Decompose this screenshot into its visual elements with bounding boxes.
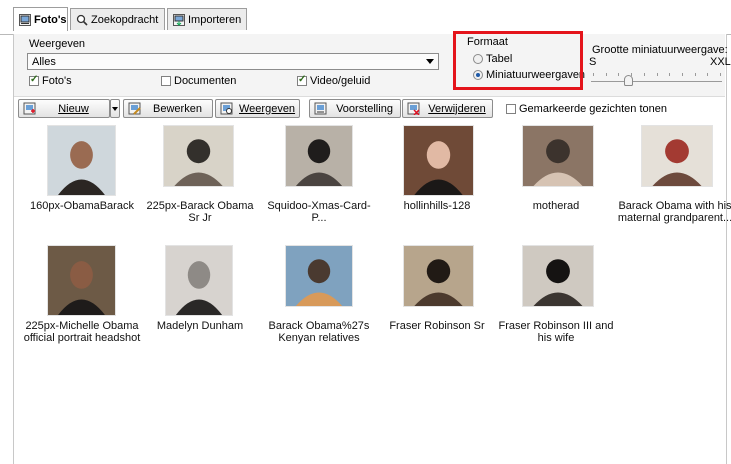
slideshow-button-label: Voorstelling bbox=[336, 102, 393, 115]
photo-image bbox=[523, 246, 593, 306]
edit-button-label: Bewerken bbox=[153, 102, 202, 115]
photo-caption: Fraser Robinson III and his wife bbox=[498, 320, 614, 344]
delete-button-label: Verwijderen bbox=[428, 102, 486, 115]
delete-icon bbox=[407, 102, 420, 116]
show-button[interactable]: Weergeven bbox=[215, 99, 300, 118]
chevron-down-icon bbox=[112, 106, 118, 111]
photo-image bbox=[523, 126, 593, 186]
slider-tick bbox=[618, 73, 620, 76]
photo-thumbnail[interactable] bbox=[403, 125, 474, 196]
photo-image bbox=[48, 126, 115, 195]
view-select-value: Alles bbox=[32, 56, 56, 68]
checkbox-photos[interactable]: Foto's bbox=[29, 74, 72, 87]
slider-tick bbox=[720, 73, 721, 76]
slider-tick bbox=[669, 73, 671, 76]
thumb-size-min: S bbox=[589, 56, 597, 68]
tab-search-label: Zoekopdracht bbox=[91, 13, 159, 26]
marked-faces-label: Gemarkeerde gezichten tonen bbox=[519, 103, 667, 115]
photo-thumbnail[interactable] bbox=[47, 125, 116, 196]
slideshow-button[interactable]: Voorstelling bbox=[309, 99, 401, 118]
view-icon bbox=[220, 102, 233, 115]
photo-image bbox=[286, 126, 352, 186]
checkbox-documents-box[interactable] bbox=[161, 76, 171, 86]
photo-caption: motherad bbox=[532, 200, 580, 212]
photo-thumbnail[interactable] bbox=[641, 125, 713, 187]
photo-caption: 225px-Barack Obama Sr Jr bbox=[146, 200, 254, 224]
new-button-label: Nieuw bbox=[58, 102, 89, 115]
search-icon bbox=[76, 14, 88, 26]
photo-caption: 160px-ObamaBarack bbox=[30, 200, 134, 212]
thumb-size-slider-handle[interactable] bbox=[623, 75, 633, 86]
photo-thumbnail[interactable] bbox=[47, 245, 116, 316]
photo-image bbox=[404, 126, 473, 195]
slider-tick bbox=[643, 73, 645, 76]
show-button-label: Weergeven bbox=[239, 102, 296, 115]
marked-faces-box[interactable] bbox=[506, 104, 516, 114]
checkbox-video-audio[interactable]: Video/geluid bbox=[297, 74, 371, 87]
edit-icon bbox=[128, 102, 141, 115]
photo-image bbox=[286, 246, 352, 306]
photo-thumbnail[interactable] bbox=[522, 245, 594, 307]
format-highlight-box bbox=[453, 31, 583, 90]
photo-image bbox=[642, 126, 712, 186]
tab-import[interactable]: Importeren bbox=[167, 8, 247, 30]
new-button[interactable]: Nieuw bbox=[18, 99, 110, 118]
photo-thumbnail[interactable] bbox=[165, 245, 233, 316]
photo-image bbox=[48, 246, 115, 315]
photo-caption: 225px-Michelle Obama official portrait h… bbox=[23, 320, 141, 344]
new-dropdown-button[interactable] bbox=[110, 99, 120, 118]
photo-thumbnail[interactable] bbox=[403, 245, 474, 307]
checkbox-video-audio-label: Video/geluid bbox=[310, 75, 371, 87]
photo-tab-icon bbox=[19, 13, 31, 26]
thumb-size-max: XXL bbox=[710, 56, 731, 68]
tab-search[interactable]: Zoekopdracht bbox=[70, 8, 165, 30]
checkbox-photos-box[interactable] bbox=[29, 74, 39, 86]
thumb-size-track[interactable] bbox=[591, 81, 722, 82]
thumb-size-label: Grootte miniatuurweergave: bbox=[592, 44, 728, 56]
checkbox-documents[interactable]: Documenten bbox=[161, 75, 236, 87]
photo-caption: Madelyn Dunham bbox=[156, 320, 244, 332]
checkbox-photos-label: Foto's bbox=[42, 75, 72, 87]
photo-caption: Barack Obama%27s Kenyan relatives bbox=[268, 320, 370, 344]
photo-thumbnail[interactable] bbox=[285, 125, 353, 187]
marked-faces-checkbox[interactable]: Gemarkeerde gezichten tonen bbox=[506, 103, 667, 115]
view-label: Weergeven bbox=[29, 38, 86, 50]
tab-photos-label: Foto's bbox=[34, 13, 67, 26]
photo-thumbnail[interactable] bbox=[285, 245, 353, 307]
photo-caption: Fraser Robinson Sr bbox=[389, 320, 485, 332]
edit-button[interactable]: Bewerken bbox=[123, 99, 213, 118]
checkbox-video-audio-box[interactable] bbox=[297, 74, 307, 86]
slider-tick bbox=[593, 73, 594, 76]
import-icon bbox=[173, 13, 185, 26]
slider-tick bbox=[605, 73, 607, 76]
delete-button[interactable]: Verwijderen bbox=[402, 99, 493, 118]
slideshow-icon bbox=[314, 102, 327, 115]
photo-thumbnail[interactable] bbox=[163, 125, 234, 187]
photo-image bbox=[166, 246, 232, 315]
slider-tick bbox=[694, 73, 696, 76]
chevron-down-icon bbox=[426, 59, 434, 64]
photo-caption: Barack Obama with his maternal grandpare… bbox=[617, 200, 731, 224]
tab-photos[interactable]: Foto's bbox=[13, 7, 68, 31]
photo-caption: Squidoo-Xmas-Card-P... bbox=[267, 200, 371, 224]
new-icon bbox=[23, 102, 36, 115]
photo-image bbox=[164, 126, 233, 186]
slider-tick bbox=[681, 73, 683, 76]
slider-tick bbox=[707, 73, 709, 76]
photo-thumbnail[interactable] bbox=[522, 125, 594, 187]
slider-tick bbox=[656, 73, 658, 76]
checkbox-documents-label: Documenten bbox=[174, 75, 237, 87]
photo-image bbox=[404, 246, 473, 306]
tab-import-label: Importeren bbox=[188, 13, 242, 26]
view-select[interactable]: Alles bbox=[27, 53, 439, 70]
photo-caption: hollinhills-128 bbox=[403, 200, 471, 212]
